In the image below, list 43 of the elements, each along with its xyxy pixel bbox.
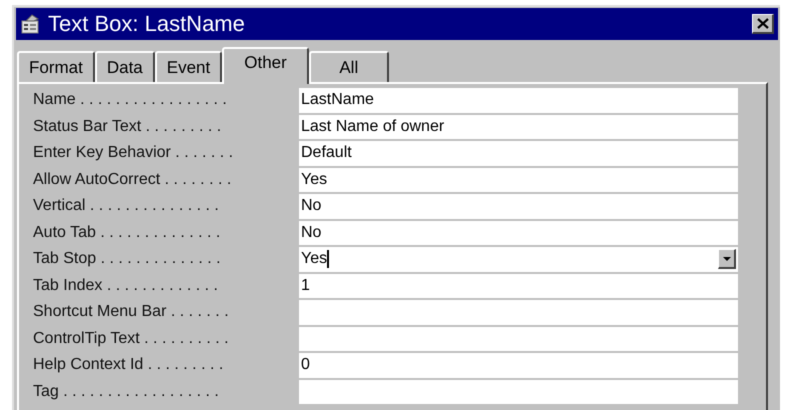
property-label: Vertical . . . . . . . . . . . . . . . xyxy=(33,196,220,216)
property-field[interactable]: No xyxy=(299,220,738,245)
field-value: Default xyxy=(301,144,352,162)
field-value: Yes xyxy=(301,250,328,268)
property-label: Shortcut Menu Bar . . . . . . . xyxy=(33,302,230,322)
dropdown-button[interactable] xyxy=(718,249,736,270)
tab[interactable]: All xyxy=(308,51,389,82)
property-field[interactable]: No xyxy=(299,194,738,218)
field-value: Yes xyxy=(301,170,328,189)
property-label: Allow AutoCorrect . . . . . . . . xyxy=(33,170,232,190)
window-title: Text Box: LastName xyxy=(48,13,246,35)
field-value: No xyxy=(301,197,322,216)
property-field[interactable] xyxy=(299,300,738,324)
field-value: No xyxy=(301,224,322,242)
tab[interactable]: Format xyxy=(17,51,95,82)
close-button[interactable] xyxy=(752,14,774,34)
property-field[interactable]: 0 xyxy=(299,353,738,378)
property-label: Status Bar Text . . . . . . . . . xyxy=(33,116,222,137)
property-label: Name . . . . . . . . . . . . . . . . . xyxy=(33,90,228,110)
field-value: 1 xyxy=(301,276,310,295)
tab[interactable]: Data xyxy=(94,51,155,82)
tab[interactable]: Other xyxy=(222,47,309,84)
property-label: ControlTip Text . . . . . . . . . . xyxy=(33,328,230,349)
property-label: Tab Stop . . . . . . . . . . . . . . xyxy=(33,249,222,270)
property-field[interactable] xyxy=(299,326,738,351)
close-icon xyxy=(756,18,768,29)
field-value: LastName xyxy=(301,91,374,110)
property-label: Help Context Id . . . . . . . . . xyxy=(33,355,224,376)
field-value: Last Name of owner xyxy=(301,118,444,136)
property-label: Tag . . . . . . . . . . . . . . . . . . xyxy=(33,382,220,402)
tab[interactable]: Event xyxy=(154,51,222,82)
property-field[interactable]: 1 xyxy=(299,274,738,298)
field-value: 0 xyxy=(301,356,310,374)
property-label: Auto Tab . . . . . . . . . . . . . . xyxy=(33,222,222,243)
property-field[interactable]: LastName xyxy=(299,88,738,112)
property-field[interactable]: Yes xyxy=(299,247,738,272)
property-label: Tab Index . . . . . . . . . . . . . xyxy=(33,276,219,296)
caret-icon xyxy=(722,256,730,261)
property-field[interactable] xyxy=(299,380,738,404)
property-label: Enter Key Behavior . . . . . . . xyxy=(33,143,234,164)
property-field[interactable]: Yes xyxy=(299,168,738,192)
property-field[interactable]: Last Name of owner xyxy=(299,114,738,139)
property-field[interactable]: Default xyxy=(299,141,738,166)
